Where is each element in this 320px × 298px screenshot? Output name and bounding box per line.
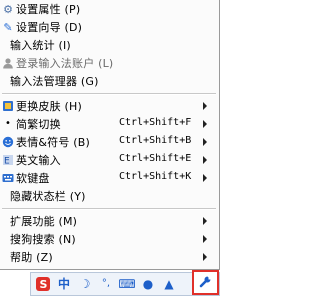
menu-item-settings[interactable]: ⚙ 设置属性 (P) [0, 0, 218, 18]
menu-item-label: 简繁切换 [16, 118, 61, 131]
menu-item-label: 表情&符号 (B) [16, 136, 91, 149]
sogou-logo-icon[interactable]: S [35, 276, 51, 292]
user-icon[interactable]: ● [140, 276, 156, 292]
menu-item-hide-statusbar[interactable]: 隐藏状态栏 (Y) [0, 187, 218, 205]
menu-item-simplified-traditional[interactable]: • 简繁切换 Ctrl+Shift+F [0, 115, 218, 133]
menu-item-label: 软键盘 [16, 172, 50, 185]
menu-item-label: 更换皮肤 (H) [16, 100, 82, 113]
menu-item-extensions[interactable]: 扩展功能 (M) [0, 212, 218, 230]
check-icon: • [5, 118, 11, 129]
english-icon: E [1, 153, 15, 167]
menu-item-label: 扩展功能 (M) [10, 215, 78, 228]
keyboard-icon[interactable]: ⌨ [118, 276, 135, 292]
wand-icon: ✎ [3, 20, 13, 34]
punctuation-icon[interactable]: °, [98, 276, 114, 292]
chinese-mode-icon[interactable]: 中 [56, 276, 72, 292]
shortcut-label: Ctrl+Shift+E [119, 153, 192, 164]
menu-item-help[interactable]: 帮助 (Z) [0, 248, 218, 266]
menu-separator [2, 208, 216, 210]
shortcut-label: Ctrl+Shift+F [119, 117, 192, 128]
shirt-icon[interactable]: ▲ [161, 276, 177, 292]
menu-item-label: 登录输入法账户 (L) [16, 57, 114, 70]
menu-item-setup-wizard[interactable]: ✎ 设置向导 (D) [0, 18, 218, 36]
menu-item-input-stats[interactable]: 输入统计 (I) [0, 36, 218, 54]
wrench-button[interactable] [192, 270, 219, 295]
keyboard-icon [1, 171, 15, 185]
shortcut-label: Ctrl+Shift+K [119, 171, 192, 182]
skin-icon [1, 99, 15, 113]
sogou-logo-glyph: S [40, 278, 48, 291]
user-icon [1, 56, 15, 70]
menu-item-label: 英文输入 [16, 154, 61, 167]
shortcut-label: Ctrl+Shift+B [119, 135, 192, 146]
menu-item-label: 帮助 (Z) [10, 251, 53, 264]
smile-icon [1, 135, 15, 149]
context-menu: ⚙ 设置属性 (P) ✎ 设置向导 (D) 输入统计 (I) 登录输入法账户 (… [0, 0, 220, 270]
menu-item-label: 搜狗搜索 (N) [10, 233, 76, 246]
menu-item-soft-keyboard[interactable]: 软键盘 Ctrl+Shift+K [0, 169, 218, 187]
submenu-arrow-icon [203, 156, 207, 164]
menu-item-label: 输入法管理器 (G) [10, 75, 99, 88]
menu-item-label: 设置属性 (P) [16, 3, 81, 16]
menu-item-emoji-symbols[interactable]: 表情&符号 (B) Ctrl+Shift+B [0, 133, 218, 151]
moon-icon[interactable]: ☽ [77, 276, 93, 292]
svg-text:E: E [4, 157, 10, 167]
menu-item-english-input[interactable]: E 英文输入 Ctrl+Shift+E [0, 151, 218, 169]
menu-item-label: 输入统计 (I) [10, 39, 71, 52]
menu-item-login-account[interactable]: 登录输入法账户 (L) [0, 54, 218, 72]
menu-item-label: 隐藏状态栏 (Y) [10, 190, 86, 203]
menu-item-label: 设置向导 (D) [16, 21, 83, 34]
submenu-arrow-icon [203, 217, 207, 225]
submenu-arrow-icon [203, 253, 207, 261]
menu-item-change-skin[interactable]: 更换皮肤 (H) [0, 97, 218, 115]
menu-item-sogou-search[interactable]: 搜狗搜索 (N) [0, 230, 218, 248]
submenu-arrow-icon [203, 235, 207, 243]
menu-item-ime-manager[interactable]: 输入法管理器 (G) [0, 72, 218, 90]
submenu-arrow-icon [203, 102, 207, 110]
menu-separator [2, 93, 216, 95]
submenu-arrow-icon [203, 120, 207, 128]
submenu-arrow-icon [203, 138, 207, 146]
submenu-arrow-icon [203, 174, 207, 182]
gear-icon: ⚙ [3, 2, 13, 16]
wrench-icon [198, 273, 214, 292]
